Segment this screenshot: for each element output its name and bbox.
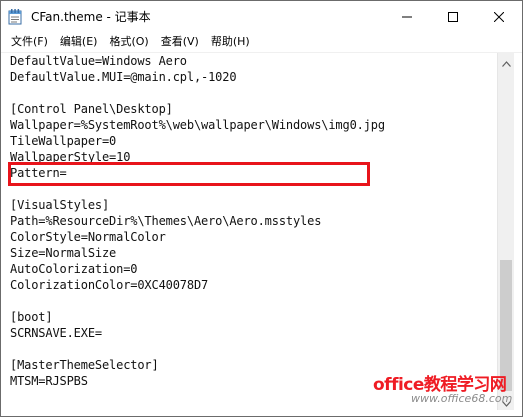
vertical-scrollbar[interactable]: [497, 53, 514, 410]
text-line: [1, 341, 497, 357]
minimize-icon: [402, 7, 412, 26]
title-bar[interactable]: CFan.theme - 记事本: [1, 1, 522, 32]
maximize-icon: [448, 7, 458, 26]
minimize-button[interactable]: [384, 1, 430, 31]
text-line: [VisualStyles]: [10, 198, 110, 212]
text-editor[interactable]: DefaultValue=Windows Aero DefaultValue.M…: [1, 53, 497, 410]
menu-format[interactable]: 格式(O): [103, 32, 154, 52]
chevron-up-icon: [502, 52, 511, 71]
maximize-button[interactable]: [430, 1, 476, 31]
menu-bar: 文件(F) 编辑(E) 格式(O) 查看(V) 帮助(H): [1, 32, 522, 52]
text-line: [Control Panel\Desktop]: [10, 102, 173, 116]
close-icon: [493, 7, 505, 26]
text-line: ColorizationColor=0XC40078D7: [10, 278, 209, 292]
text-line: DefaultValue.MUI=@main.cpl,-1020: [10, 70, 237, 84]
text-line: [1, 85, 497, 101]
notepad-icon: [8, 9, 22, 25]
text-line: [1, 293, 497, 309]
menu-file[interactable]: 文件(F): [1, 32, 54, 52]
window-title: CFan.theme - 记事本: [31, 10, 151, 24]
highlighted-text-line: Path=%ResourceDir%\Themes\Aero\Aero.msst…: [10, 214, 322, 228]
menu-view[interactable]: 查看(V): [155, 32, 205, 52]
text-line: SCRNSAVE.EXE=: [10, 326, 102, 340]
text-line: DefaultValue=Windows Aero: [10, 54, 187, 68]
watermark: office教程学习网 www.office68.com: [373, 370, 513, 410]
text-line: TileWallpaper=0: [10, 134, 117, 148]
text-line: Wallpaper=%SystemRoot%\web\wallpaper\Win…: [10, 118, 385, 132]
text-line: ColorStyle=NormalColor: [10, 230, 166, 244]
text-line: AutoColorization=0: [10, 262, 138, 276]
menu-help[interactable]: 帮助(H): [205, 32, 256, 52]
watermark-url: www.office68.com: [411, 392, 513, 405]
scroll-up-button[interactable]: [498, 53, 515, 70]
menu-edit[interactable]: 编辑(E): [54, 32, 104, 52]
highlight-annotation-box: [8, 162, 370, 186]
text-line: [boot]: [10, 310, 53, 324]
text-line: Size=NormalSize: [10, 246, 117, 260]
notepad-window: CFan.theme - 记事本 文件(F) 编辑(E) 格式(O) 查看(V)…: [0, 0, 523, 417]
close-button[interactable]: [476, 1, 522, 31]
